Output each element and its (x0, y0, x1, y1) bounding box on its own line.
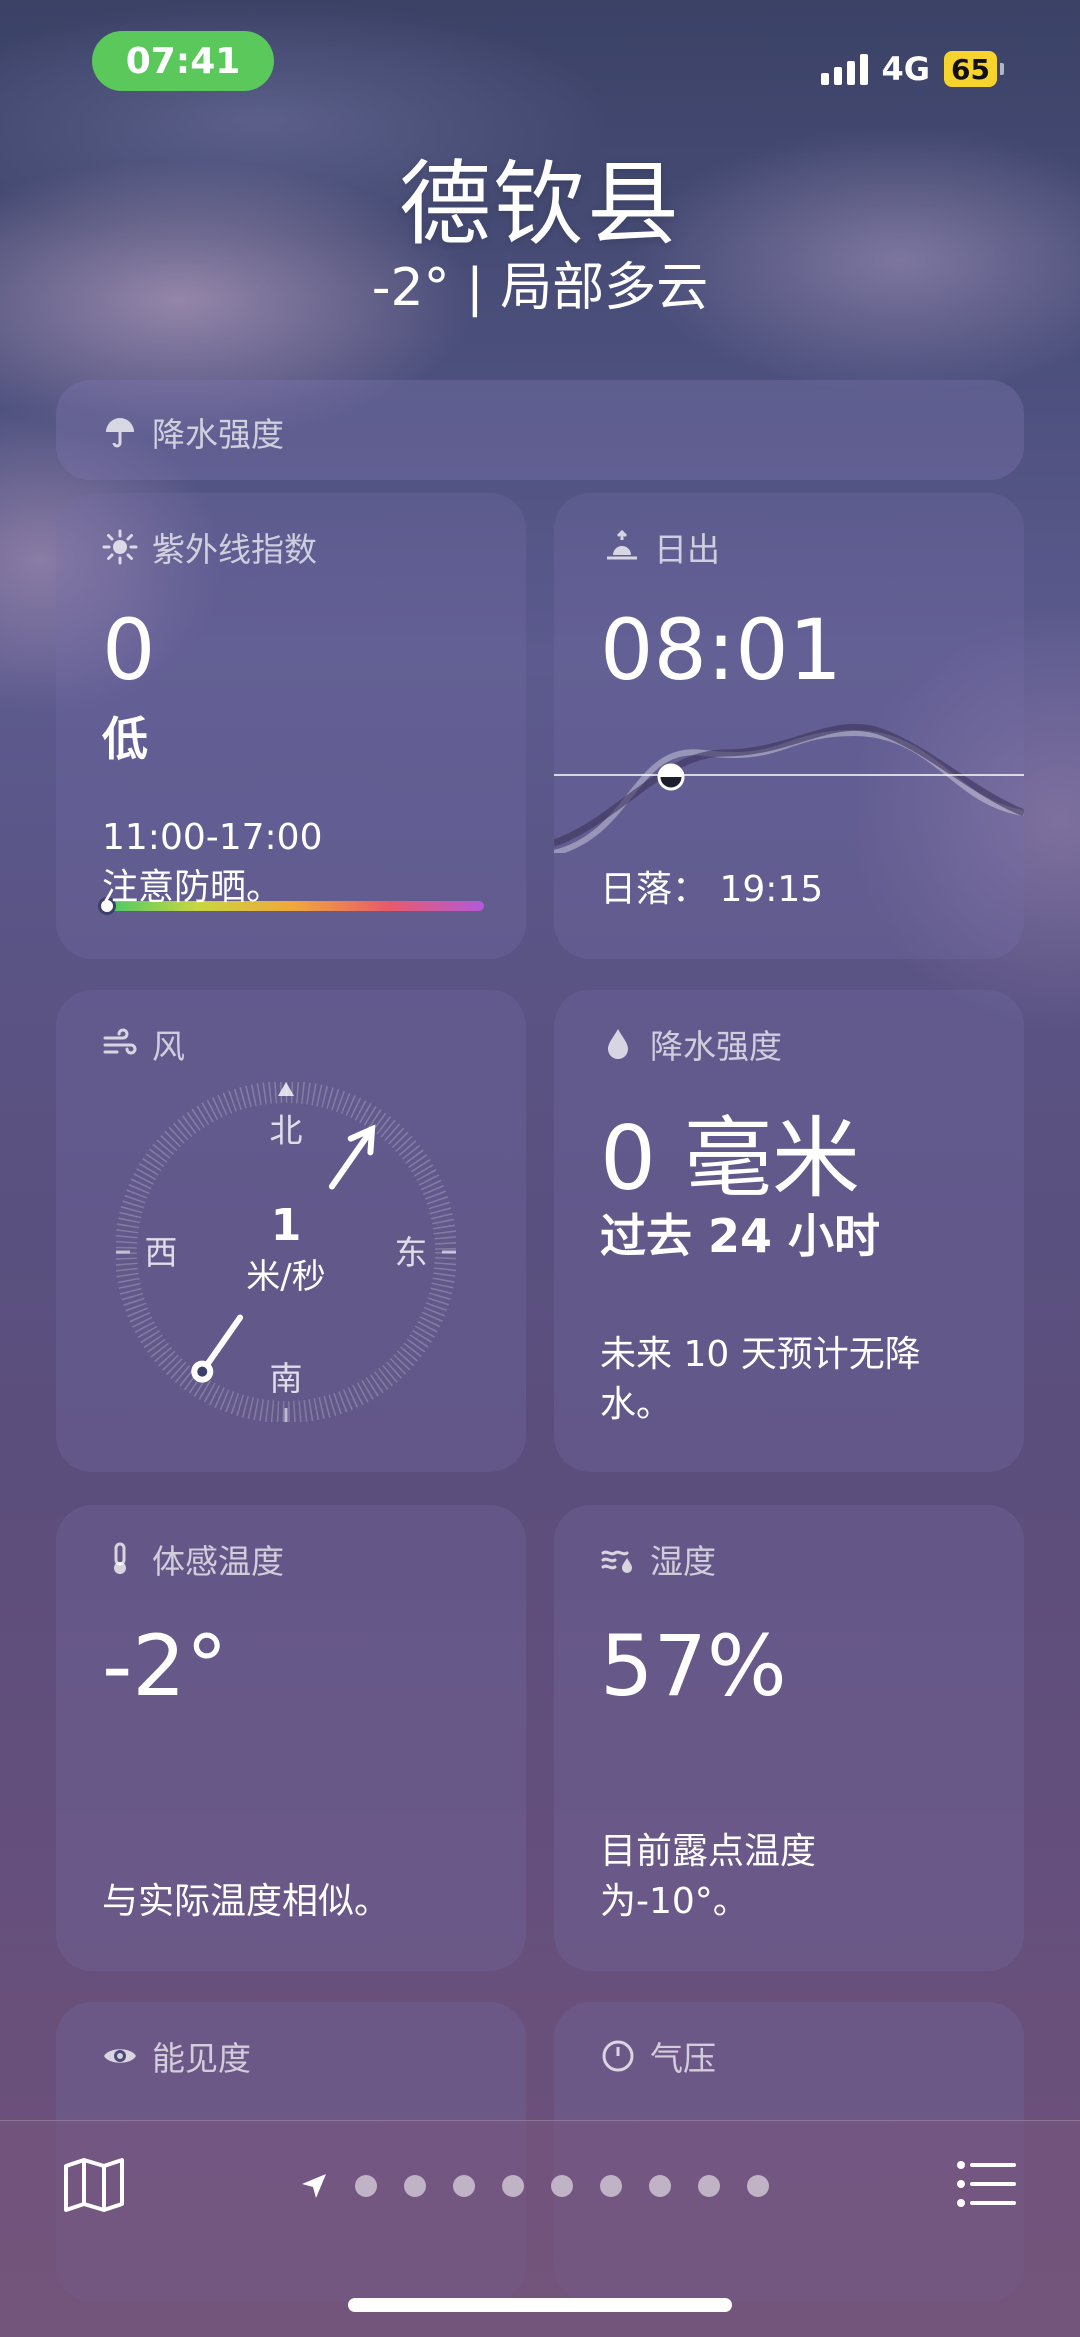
feels-note: 与实际温度相似。 (102, 1881, 391, 1922)
home-indicator[interactable] (348, 2298, 732, 2312)
uv-period: 11:00-17:00 (102, 817, 323, 858)
page-dot[interactable] (404, 2175, 426, 2197)
page-dot[interactable] (698, 2175, 720, 2197)
precip-strip[interactable]: 降水强度 (56, 380, 1024, 480)
page-dot[interactable] (502, 2175, 524, 2197)
humidity-note: 目前露点温度为-10°。 (600, 1831, 817, 1922)
precip-period: 过去 24 小时 (600, 1209, 881, 1263)
status-indicators: 4G 65 (820, 50, 1004, 88)
wind-speed: 1 (271, 1200, 302, 1251)
uv-title: 紫外线指数 (152, 530, 317, 569)
sun-path-graph (554, 723, 1024, 853)
compass-south: 南 (270, 1359, 303, 1398)
humidity-title: 湿度 (650, 1542, 716, 1581)
humidity-icon (601, 1550, 632, 1573)
wind-card[interactable]: 风 北 南 西 东 1 米/秒 (56, 990, 526, 1472)
visibility-title: 能见度 (152, 2039, 251, 2078)
precip-card[interactable]: 降水强度 0 毫米 过去 24 小时 未来 10 天预计无降水。 (554, 990, 1024, 1472)
wind-compass: 北 南 西 东 1 米/秒 (116, 1082, 456, 1422)
compass-east: 东 (395, 1233, 428, 1272)
current-summary: -2° | 局部多云 (371, 258, 709, 318)
uv-card[interactable]: 紫外线指数 0 低 11:00-17:00 注意防晒。 (56, 493, 526, 959)
precip-amount: 0 毫米 (600, 1107, 860, 1210)
sunset-time: 日落： 19:15 (600, 869, 824, 910)
precip-title: 降水强度 (650, 1027, 782, 1066)
uv-advice: 注意防晒。 (102, 867, 283, 908)
wind-unit: 米/秒 (246, 1257, 325, 1297)
signal-icon (820, 53, 868, 85)
page-dot[interactable] (600, 2175, 622, 2197)
uv-level: 低 (102, 712, 148, 766)
status-time: 07:41 (92, 31, 274, 91)
feels-value: -2° (102, 1617, 228, 1715)
list-icon[interactable] (956, 2159, 1016, 2209)
map-icon[interactable] (62, 2156, 126, 2214)
feels-card[interactable]: 体感温度 -2° 与实际温度相似。 (56, 1505, 526, 1971)
battery-level: 65 (944, 51, 997, 87)
sunrise-card[interactable]: 日出 08:01 日落： 19:15 (554, 493, 1024, 959)
thermometer-icon (114, 1542, 126, 1574)
uv-value: 0 (102, 601, 156, 699)
precip-note: 未来 10 天预计无降水。 (600, 1334, 921, 1425)
battery-icon: 65 (944, 51, 1004, 87)
page-dot[interactable] (551, 2175, 573, 2197)
location-arrow-icon[interactable] (300, 2172, 328, 2200)
eye-icon (104, 2049, 136, 2063)
humidity-value: 57% (600, 1617, 787, 1715)
sunrise-icon (607, 529, 637, 560)
sun-icon (102, 529, 138, 565)
sunrise-title: 日出 (654, 530, 720, 569)
umbrella-icon (106, 418, 134, 448)
humidity-card[interactable]: 湿度 57% 目前露点温度为-10°。 (554, 1505, 1024, 1971)
feels-title: 体感温度 (152, 1542, 284, 1581)
compass-west: 西 (145, 1233, 178, 1272)
network-type: 4G (881, 50, 931, 88)
page-indicator[interactable] (300, 2172, 769, 2200)
page-dot[interactable] (453, 2175, 475, 2197)
drop-icon (608, 1029, 628, 1059)
gauge-icon (602, 2040, 634, 2072)
page-dot[interactable] (649, 2175, 671, 2197)
page-dot[interactable] (747, 2175, 769, 2197)
sunrise-time: 08:01 (600, 601, 843, 699)
page-dot[interactable] (355, 2175, 377, 2197)
wind-title: 风 (152, 1027, 185, 1066)
city-name: 德钦县 (398, 151, 681, 258)
wind-icon (103, 1028, 137, 1055)
compass-north: 北 (270, 1111, 303, 1150)
precip-strip-title: 降水强度 (152, 415, 284, 454)
pressure-title: 气压 (650, 2039, 716, 2078)
